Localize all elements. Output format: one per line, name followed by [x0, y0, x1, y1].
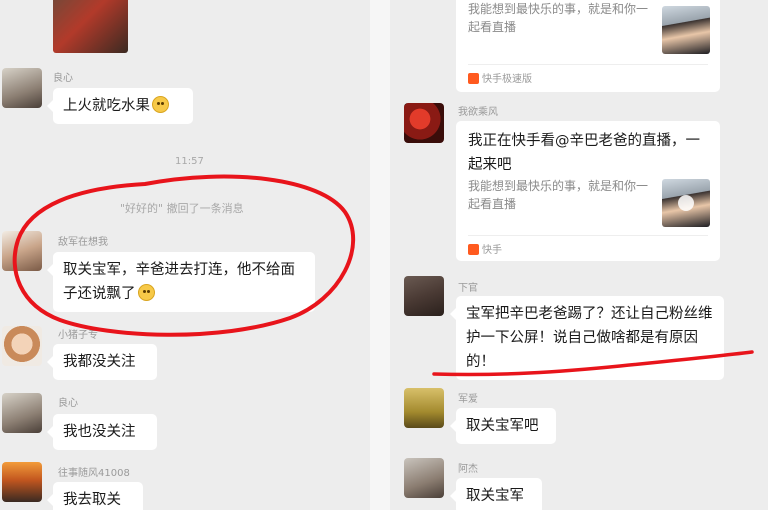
- avatar[interactable]: [404, 388, 444, 428]
- chat-panel-right: 我能想到最快乐的事，就是和你一起看直播 快手极速版 我欲乘风 我正在快手看@辛巴…: [390, 0, 768, 510]
- card-source-label: 快手: [482, 245, 502, 256]
- message-bubble[interactable]: 取关宝军: [450, 478, 542, 510]
- message-bubble[interactable]: 我也没关注: [47, 414, 157, 450]
- play-icon: [678, 195, 694, 211]
- blush-emoji-icon: [137, 284, 155, 301]
- sender-name: 军爱: [458, 394, 478, 405]
- sender-name: 往事随风41008: [58, 468, 130, 479]
- message-bubble[interactable]: 宝军把辛巴老爸踢了？还让自己粉丝维护一下公屏！说自己做啥都是有原因的！: [450, 296, 724, 380]
- message-text: 我也没关注: [63, 424, 136, 440]
- card-divider: [468, 64, 708, 65]
- panel-divider: [370, 0, 390, 510]
- sender-name: 良心: [58, 398, 78, 409]
- kuaishou-icon: [468, 73, 479, 84]
- card-source-label: 快手极速版: [482, 74, 532, 85]
- sender-name: 良心: [53, 73, 73, 84]
- avatar[interactable]: [404, 103, 444, 143]
- shared-photo[interactable]: [53, 0, 128, 53]
- card-thumbnail: [662, 6, 710, 54]
- message-text: 取关宝军吧: [466, 418, 539, 434]
- card-source: 快手: [468, 241, 502, 256]
- message-text: 我都没关注: [63, 354, 136, 370]
- message-bubble[interactable]: 取关宝军，辛爸进去打连，他不给面子还说飘了: [47, 252, 315, 312]
- message-bubble[interactable]: 我去取关: [47, 482, 143, 510]
- sender-name: 我欲乘风: [458, 107, 498, 118]
- message-bubble[interactable]: 取关宝军吧: [450, 408, 556, 444]
- message-text: 上火就吃水果: [63, 98, 150, 114]
- message-text: 我去取关: [63, 492, 121, 508]
- recall-notice: "好好的" 撤回了一条消息: [120, 202, 244, 215]
- live-share-card[interactable]: 我能想到最快乐的事，就是和你一起看直播 快手极速版: [456, 0, 720, 92]
- chat-panel-left: 良心 上火就吃水果 11:57 "好好的" 撤回了一条消息 敌军在想我 取关宝军…: [0, 0, 370, 510]
- sender-name: 阿杰: [458, 464, 478, 475]
- avatar[interactable]: [2, 462, 42, 502]
- avatar[interactable]: [2, 393, 42, 433]
- message-text: 取关宝军，辛爸进去打连，他不给面子还说飘了: [63, 262, 295, 302]
- avatar[interactable]: [2, 231, 42, 271]
- timestamp: 11:57: [175, 156, 204, 167]
- live-share-card[interactable]: 我正在快手看@辛巴老爸的直播，一起来吧 我能想到最快乐的事，就是和你一起看直播 …: [456, 121, 720, 261]
- sender-name: 下官: [458, 283, 478, 294]
- avatar[interactable]: [404, 458, 444, 498]
- card-title: 我正在快手看@辛巴老爸的直播，一起来吧: [468, 133, 700, 173]
- message-text: 取关宝军: [466, 488, 524, 504]
- message-bubble[interactable]: 上火就吃水果: [47, 88, 193, 124]
- avatar[interactable]: [2, 68, 42, 108]
- card-divider: [468, 235, 708, 236]
- message-bubble[interactable]: 我都没关注: [47, 344, 157, 380]
- kuaishou-icon: [468, 244, 479, 255]
- message-text: 宝军把辛巴老爸踢了？还让自己粉丝维护一下公屏！说自己做啥都是有原因的！: [466, 306, 713, 370]
- avatar[interactable]: [404, 276, 444, 316]
- avatar[interactable]: [2, 326, 42, 366]
- sender-name: 小猪子专: [58, 330, 98, 341]
- card-source: 快手极速版: [468, 70, 532, 85]
- sender-name: 敌军在想我: [58, 237, 108, 248]
- blush-emoji-icon: [152, 96, 169, 113]
- card-description: 我能想到最快乐的事，就是和你一起看直播: [468, 179, 649, 211]
- card-description: 我能想到最快乐的事，就是和你一起看直播: [468, 2, 649, 34]
